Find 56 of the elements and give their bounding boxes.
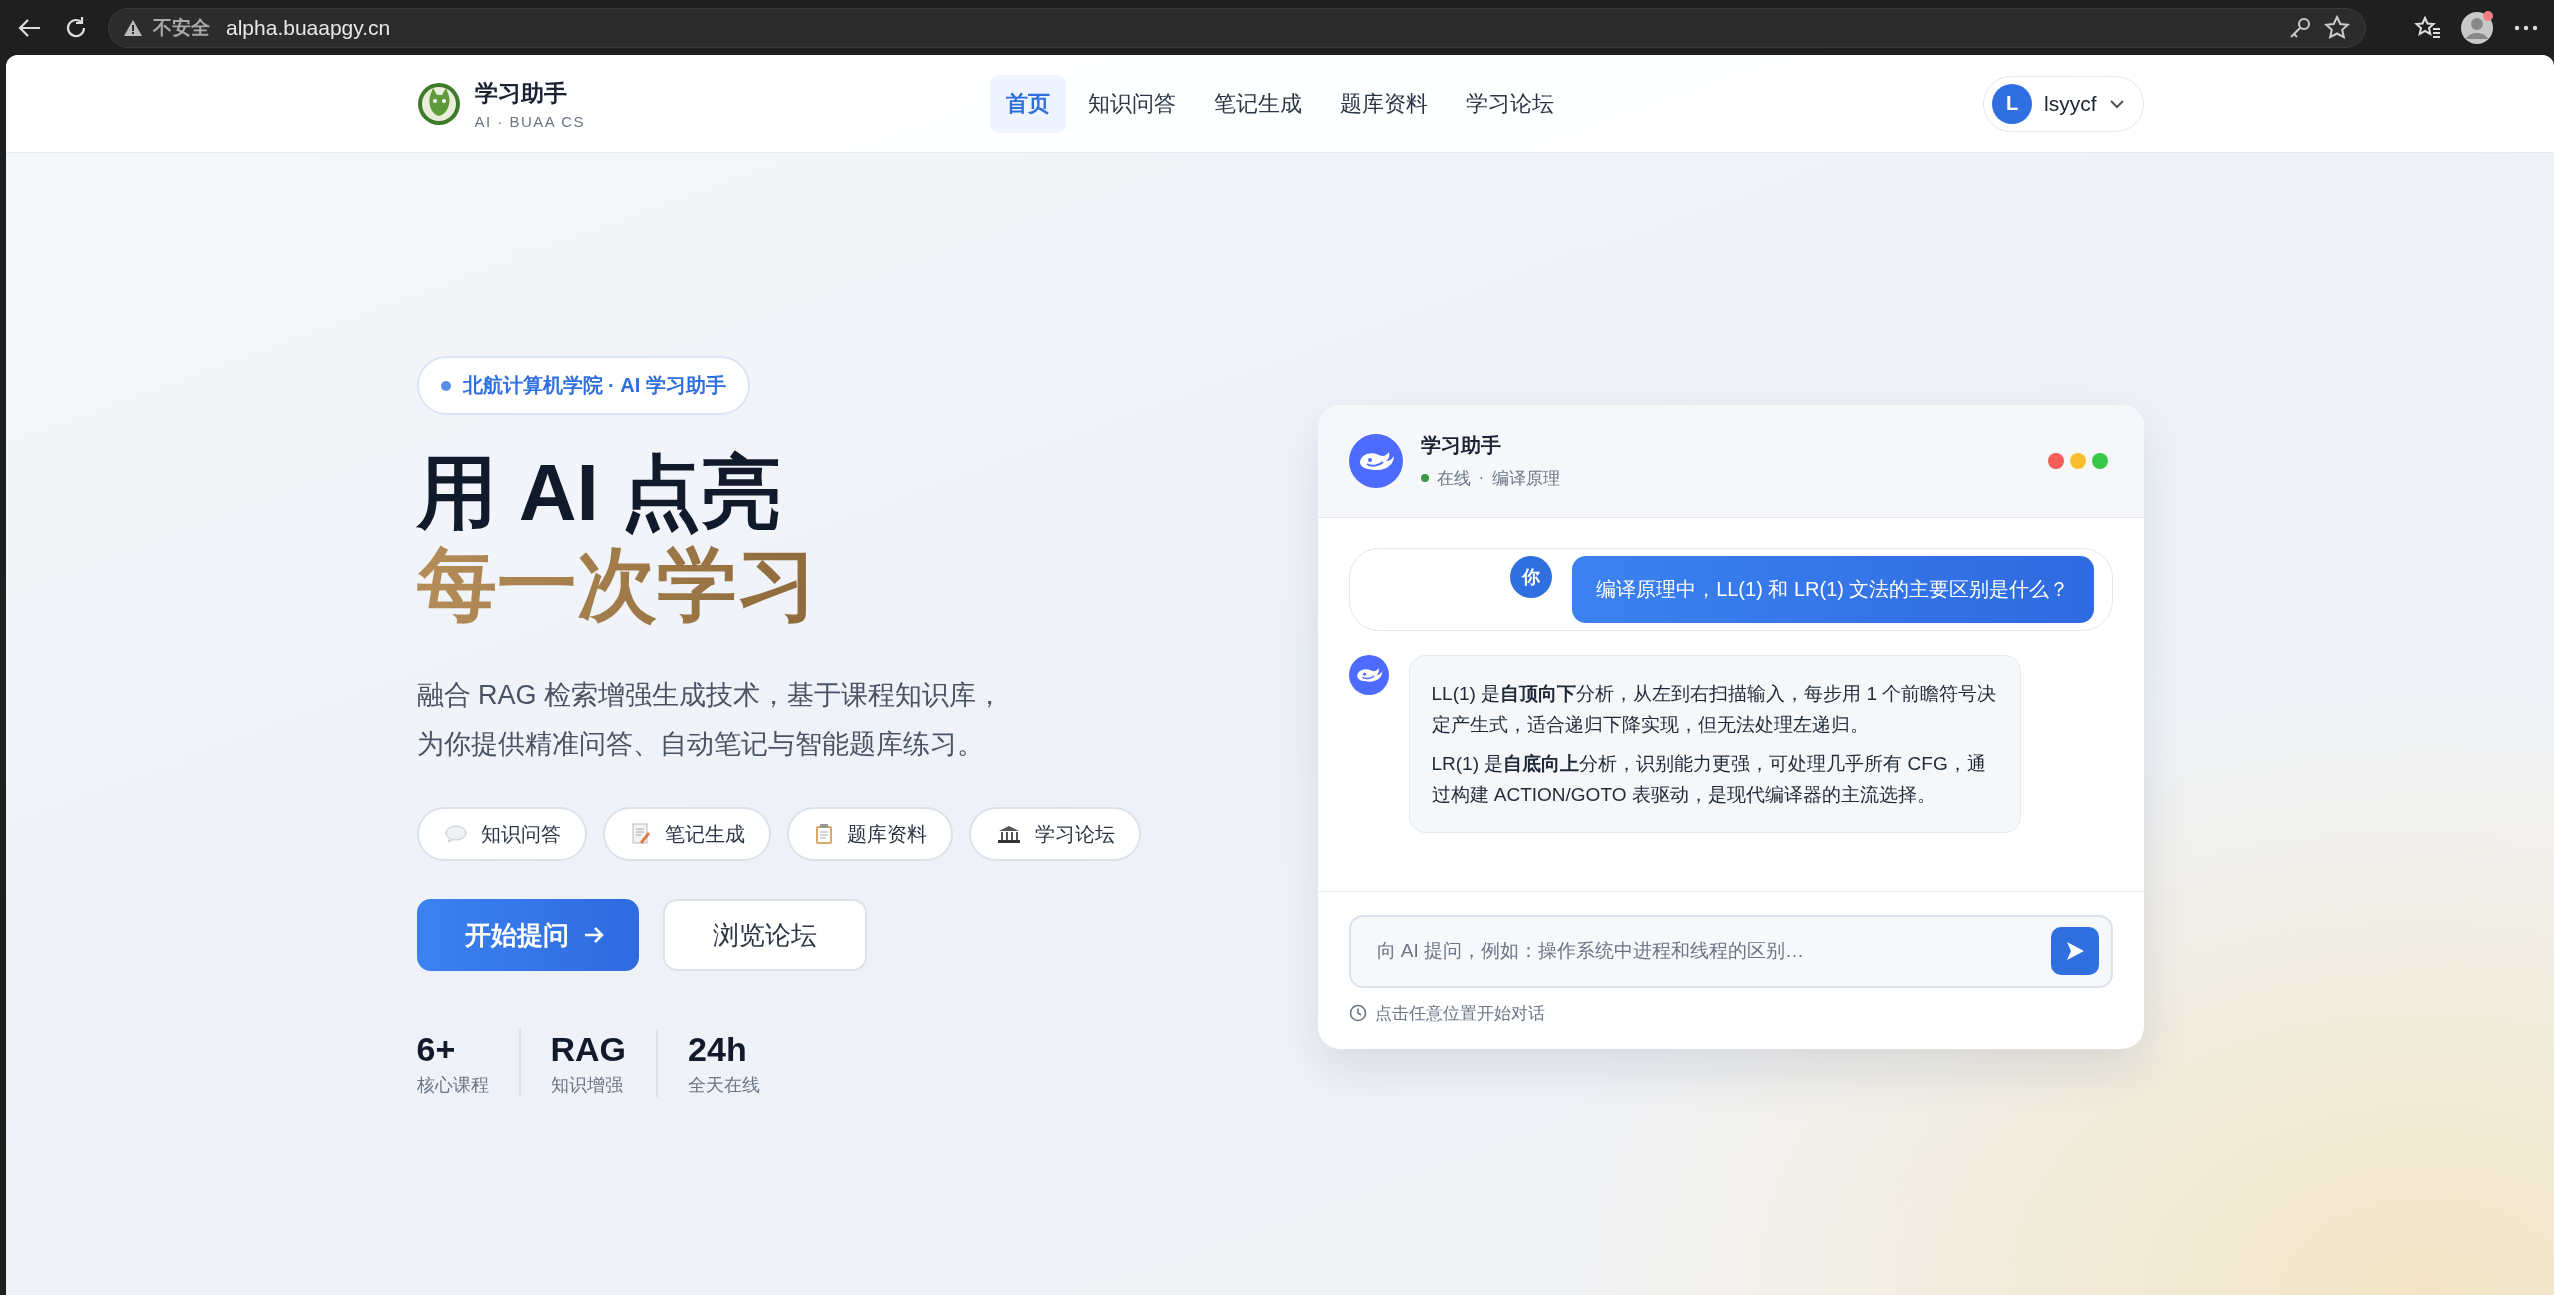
send-button[interactable] — [2050, 927, 2099, 975]
nav-tab[interactable]: 首页 — [990, 74, 1066, 133]
assistant-message: LL(1) 是自顶向下分析，从左到右扫描输入，每步用 1 个前瞻符号决定产生式，适合递归下降实现，但无法处理左递归。 LR(1) 是自底向上分析，识别能力更强，可处理几乎所有 CFG，通过构建 ACTION/GOTO 表驱动，是现代编译器的主流选择。 — [1408, 654, 2021, 833]
dot-icon — [440, 380, 451, 391]
nav-tab[interactable]: 学习论坛 — [1450, 74, 1570, 133]
stat-value: RAG — [550, 1029, 627, 1069]
feature-chip[interactable]: 知识问答 — [416, 807, 587, 861]
maximize-dot-icon — [2091, 452, 2108, 469]
whale-avatar-icon — [1348, 433, 1403, 488]
headline: 用 AI 点亮 — [416, 447, 782, 539]
url-text: alpha.buaapgy.cn — [226, 15, 391, 40]
nav-tab[interactable]: 知识问答 — [1072, 74, 1192, 133]
chat-title: 学习助手 — [1420, 432, 1502, 458]
security-label: 不安全 — [153, 15, 210, 40]
status-text: 在线 — [1436, 467, 1471, 490]
brand-subtitle: AI · BUAA CS — [474, 112, 586, 130]
address-bar[interactable]: 不安全 alpha.buaapgy.cn — [108, 7, 2366, 48]
chevron-down-icon — [2108, 98, 2125, 109]
browse-forum-button[interactable]: 浏览论坛 — [662, 899, 867, 971]
feature-chip[interactable]: 学习论坛 — [968, 807, 1141, 861]
star-icon[interactable] — [2323, 13, 2351, 42]
course-name: 编译原理 — [1492, 467, 1561, 490]
user-avatar: L — [1992, 83, 2032, 124]
feature-chip[interactable]: 题库资料 — [786, 807, 953, 861]
start-asking-button[interactable]: 开始提问 — [416, 899, 639, 971]
stat-label: 知识增强 — [550, 1074, 624, 1097]
profile-avatar-icon[interactable] — [2460, 10, 2494, 45]
hint-text: 点击任意位置开始对话 — [1374, 1002, 1545, 1025]
cat-logo-icon — [416, 81, 461, 126]
building-icon — [996, 824, 1021, 844]
arrow-right-icon — [582, 926, 605, 944]
user-message: 编译原理中，LL(1) 和 LR(1) 文法的主要区别是什么？ — [1572, 555, 2094, 623]
user-avatar: 你 — [1510, 555, 1553, 598]
chat-input-box[interactable]: 向 AI 提问，例如：操作系统中进程和线程的区别… — [1348, 914, 2113, 988]
badge-text: 北航计算机学院 · AI 学习助手 — [462, 373, 726, 398]
hero-description: 融合 RAG 检索增强生成技术，基于课程知识库， 为你提供精准问答、自动笔记与智能题库练习。 — [416, 679, 1003, 761]
nav-tab[interactable]: 笔记生成 — [1198, 74, 1318, 133]
clock-icon — [1348, 1004, 1367, 1022]
chat-input-field[interactable]: 向 AI 提问，例如：操作系统中进程和线程的区别… — [1374, 939, 2051, 963]
speech-bubble-icon — [444, 825, 467, 843]
memo-icon — [630, 823, 651, 845]
clipboard-icon — [814, 823, 833, 845]
stat-value: 6+ — [416, 1029, 457, 1069]
nav-tab[interactable]: 题库资料 — [1324, 74, 1444, 133]
separator-dot: · — [1478, 468, 1485, 488]
user-name: lsyycf — [2044, 91, 2097, 116]
whale-avatar-icon — [1348, 654, 1389, 695]
warning-icon — [123, 18, 143, 37]
feature-chip[interactable]: 笔记生成 — [602, 807, 771, 861]
stat-label: 核心课程 — [416, 1074, 489, 1097]
brand-title: 学习助手 — [474, 78, 568, 108]
stat-value: 24h — [688, 1029, 748, 1069]
minimize-dot-icon — [2069, 452, 2086, 469]
close-dot-icon — [2047, 452, 2064, 469]
user-menu[interactable]: L lsyycf — [1983, 75, 2144, 132]
stat-label: 全天在线 — [688, 1074, 761, 1097]
